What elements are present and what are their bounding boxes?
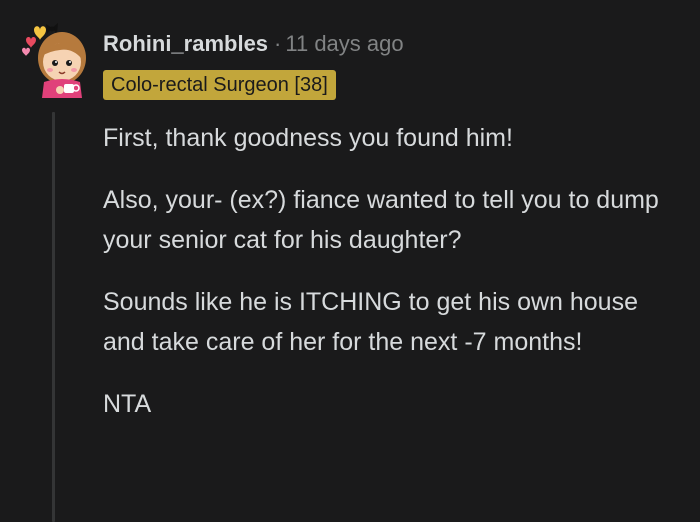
comment-paragraph: First, thank goodness you found him! bbox=[103, 124, 513, 152]
comment-header: Rohini_rambles · 11 days ago bbox=[103, 26, 404, 62]
comment-body: First, thank goodness you found him! Als… bbox=[103, 118, 683, 446]
avatar-icon bbox=[22, 23, 86, 98]
comment: Rohini_rambles · 11 days ago Colo-rectal S… bbox=[0, 0, 700, 522]
comment-paragraph: Also, your- (ex?) fiance wanted to tell … bbox=[103, 186, 659, 254]
comment-paragraph: NTA bbox=[103, 390, 152, 418]
user-flair: Colo-rectal Surgeon [38] bbox=[103, 70, 336, 100]
comment-paragraph: Sounds like he is ITCHING to get his own… bbox=[103, 288, 638, 356]
username[interactable]: Rohini_rambles bbox=[103, 31, 268, 56]
avatar[interactable] bbox=[20, 18, 90, 100]
separator: · bbox=[274, 31, 282, 56]
thread-line[interactable] bbox=[52, 112, 55, 522]
timestamp[interactable]: 11 days ago bbox=[285, 31, 403, 56]
